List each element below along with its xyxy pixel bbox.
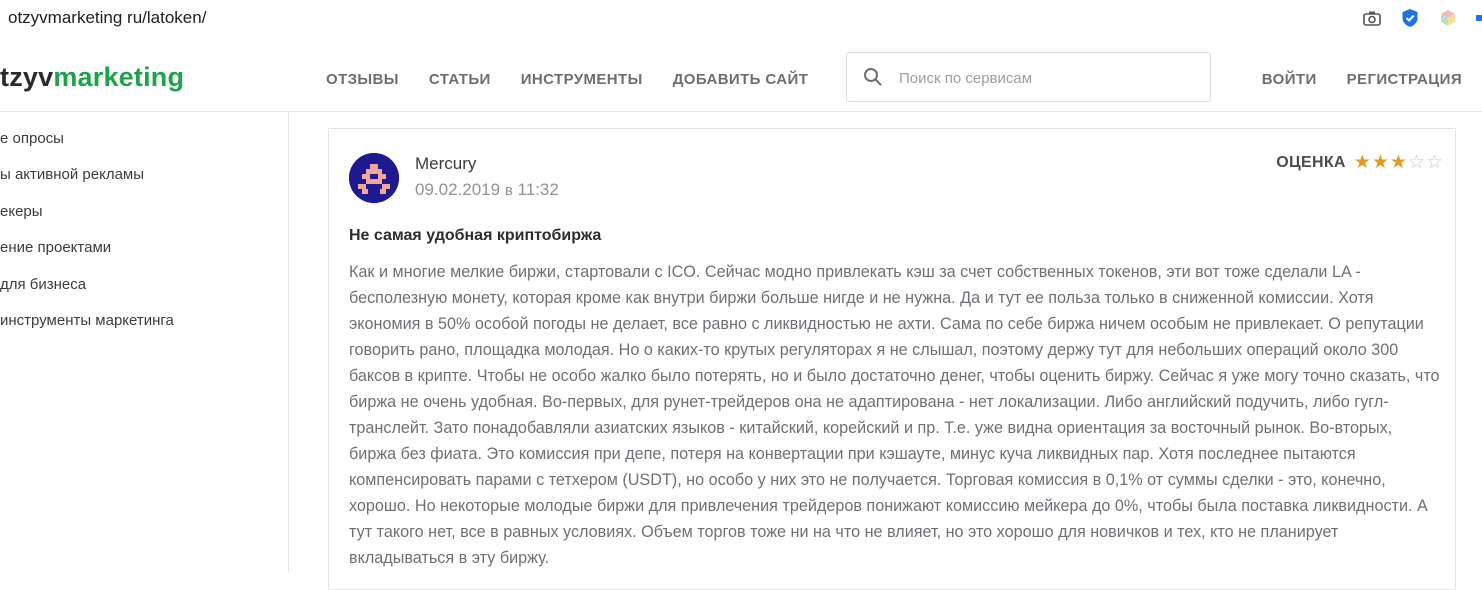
sidebar-item-active-ads[interactable]: ы активной рекламы: [0, 166, 144, 183]
extension-icon[interactable]: [1476, 8, 1482, 28]
shield-check-icon[interactable]: [1400, 8, 1420, 28]
browser-address-bar[interactable]: otzyvmarketing ru/latoken/: [0, 0, 1482, 37]
star-filled-icon: ★: [1371, 152, 1389, 173]
site-logo[interactable]: tzyvmarketing: [0, 62, 184, 93]
review-date: 09.02.2019 в 11:32: [415, 180, 559, 200]
logo-text-green: marketing: [53, 62, 185, 92]
star-filled-icon: ★: [1389, 152, 1407, 173]
star-empty-icon: ☆: [1407, 152, 1425, 173]
star-filled-icon: ★: [1353, 152, 1371, 173]
nav-reviews[interactable]: ОТЗЫВЫ: [326, 71, 399, 88]
nav-articles[interactable]: СТАТЬИ: [429, 71, 491, 88]
avatar[interactable]: [349, 153, 399, 203]
camera-icon[interactable]: [1362, 8, 1382, 28]
url-text[interactable]: otzyvmarketing ru/latoken/: [8, 8, 206, 28]
login-link[interactable]: ВОЙТИ: [1262, 71, 1317, 88]
sidebar-item-business[interactable]: для бизнеса: [0, 276, 86, 293]
browser-toolbar-icons: [1362, 7, 1482, 29]
star-empty-icon: ☆: [1425, 152, 1443, 173]
logo-text-dark: tzyv: [0, 62, 54, 92]
search-icon[interactable]: [863, 67, 883, 87]
rating-label: ОЦЕНКА: [1276, 153, 1346, 171]
register-link[interactable]: РЕГИСТРАЦИЯ: [1347, 71, 1462, 88]
rating-stars: ★ ★ ★ ☆ ☆: [1354, 153, 1443, 172]
sidebar: е опросы ы активной рекламы екеры ение п…: [0, 112, 289, 572]
search-input[interactable]: [897, 63, 1201, 93]
review-card: Mercury 09.02.2019 в 11:32 ОЦЕНКА ★ ★ ★ ☆ ☆ …: [328, 128, 1456, 590]
nav-add-site[interactable]: ДОБАВИТЬ САЙТ: [673, 71, 809, 88]
nav-tools[interactable]: ИНСТРУМЕНТЫ: [521, 71, 643, 88]
review-body: Как и многие мелкие биржи, стартовали с …: [349, 263, 1440, 567]
main-nav: ОТЗЫВЫ СТАТЬИ ИНСТРУМЕНТЫ ДОБАВИТЬ САЙТ: [326, 71, 838, 88]
review-title: Не самая удобная криптобиржа: [349, 227, 602, 244]
sidebar-item-surveys[interactable]: е опросы: [0, 130, 64, 147]
cube-extension-icon[interactable]: [1438, 8, 1458, 28]
sidebar-item-marketing-tools[interactable]: инструменты маркетинга: [0, 312, 174, 329]
sidebar-item-trackers[interactable]: екеры: [0, 203, 43, 220]
review-rating: ОЦЕНКА ★ ★ ★ ☆ ☆: [1276, 153, 1443, 172]
auth-links: ВОЙТИ РЕГИСТРАЦИЯ: [1232, 71, 1462, 88]
site-header: tzyvmarketing ОТЗЫВЫ СТАТЬИ ИНСТРУМЕНТЫ …: [0, 36, 1482, 112]
review-date-day: 09.02.2019: [415, 180, 501, 199]
review-date-time: 11:32: [517, 180, 559, 199]
review-date-sep: в: [504, 182, 513, 199]
review-author[interactable]: Mercury: [415, 154, 476, 174]
sidebar-item-project-management[interactable]: ение проектами: [0, 239, 111, 256]
search-box[interactable]: [846, 52, 1211, 102]
